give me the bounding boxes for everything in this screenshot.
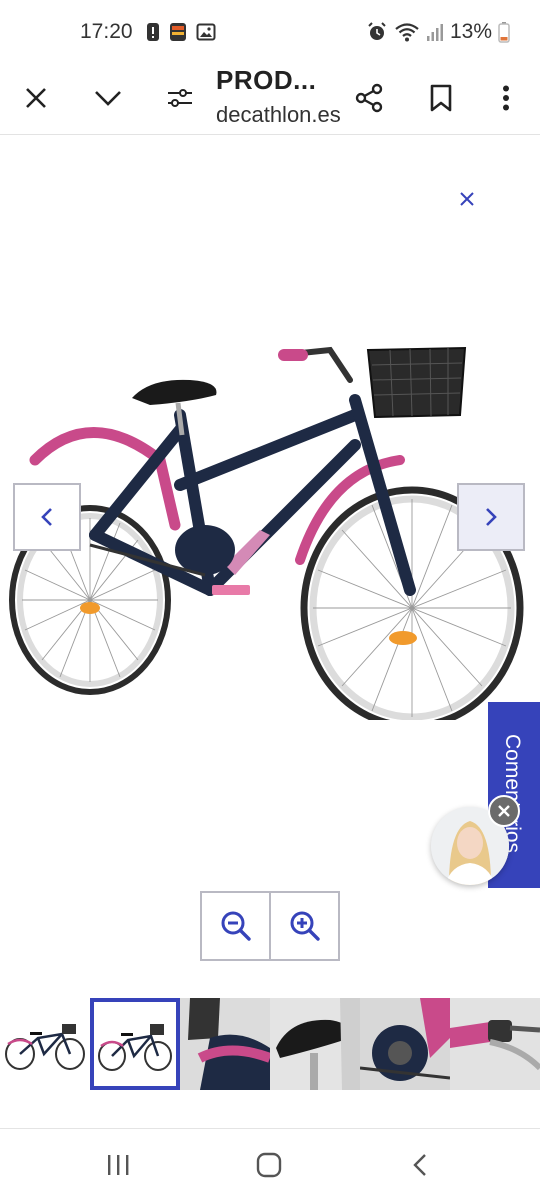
browser-toolbar: PROD... decathlon.es [0, 62, 540, 135]
status-right: 13% [366, 20, 510, 44]
back-button[interactable] [396, 1147, 444, 1183]
basket-detail-image [180, 998, 270, 1090]
chevron-down-icon [95, 91, 121, 106]
brake-lever-detail-image [450, 998, 540, 1090]
thumbnail-5[interactable] [360, 998, 450, 1090]
minimize-button[interactable] [84, 74, 132, 122]
tune-icon [168, 89, 192, 107]
gallery-icon [196, 23, 216, 41]
close-tab-button[interactable] [12, 74, 60, 122]
close-icon [460, 192, 474, 206]
bookmark-icon [430, 84, 452, 112]
zoom-out-button[interactable] [202, 893, 269, 959]
system-navigation-bar [0, 1128, 540, 1201]
status-bar: 17:20 13% [0, 0, 540, 62]
home-button[interactable] [245, 1147, 293, 1183]
page-settings-button[interactable] [156, 74, 204, 122]
share-button[interactable] [345, 74, 393, 122]
more-options-button[interactable] [482, 74, 530, 122]
status-time: 17:20 [80, 20, 133, 43]
zoom-in-button[interactable] [269, 893, 338, 959]
share-icon [355, 83, 383, 113]
bookmark-button[interactable] [417, 74, 465, 122]
next-image-button[interactable] [457, 483, 525, 551]
back-icon [413, 1154, 426, 1176]
bike-thumbnail-image [98, 1024, 172, 1071]
thumbnail-6[interactable] [450, 998, 540, 1090]
chain-detail-image [360, 998, 450, 1090]
zoom-out-icon [221, 911, 251, 941]
alarm-icon [368, 22, 386, 40]
battery-percentage: 13% [449, 20, 492, 43]
thumbnail-strip [0, 998, 540, 1090]
status-notification-icons [146, 22, 216, 42]
page-title: PROD... [216, 65, 317, 95]
chat-close-button[interactable] [488, 795, 520, 827]
home-icon [256, 1152, 282, 1178]
alert-icon [147, 23, 159, 41]
chevron-left-icon [41, 508, 52, 526]
saddle-detail-image [270, 998, 360, 1090]
app-notification-icon [170, 23, 186, 41]
chevron-right-icon [486, 508, 497, 526]
close-icon [26, 88, 46, 108]
signal-icon [426, 24, 443, 41]
thumbnail-4[interactable] [270, 998, 360, 1090]
wifi-icon [395, 23, 419, 42]
close-icon [498, 805, 510, 817]
bike-thumbnail-image [5, 1024, 85, 1070]
thumbnail-2-selected[interactable] [90, 998, 180, 1090]
close-viewer-button[interactable] [455, 187, 479, 211]
zoom-in-icon [290, 911, 320, 941]
page-url[interactable]: decathlon.es [216, 102, 346, 128]
recents-button[interactable] [94, 1147, 142, 1183]
thumbnail-3[interactable] [180, 998, 270, 1090]
recents-icon [108, 1155, 129, 1175]
battery-icon [498, 22, 510, 43]
previous-image-button[interactable] [13, 483, 81, 551]
zoom-controls [200, 891, 340, 961]
thumbnail-1[interactable] [0, 998, 90, 1090]
more-vert-icon [503, 85, 509, 111]
